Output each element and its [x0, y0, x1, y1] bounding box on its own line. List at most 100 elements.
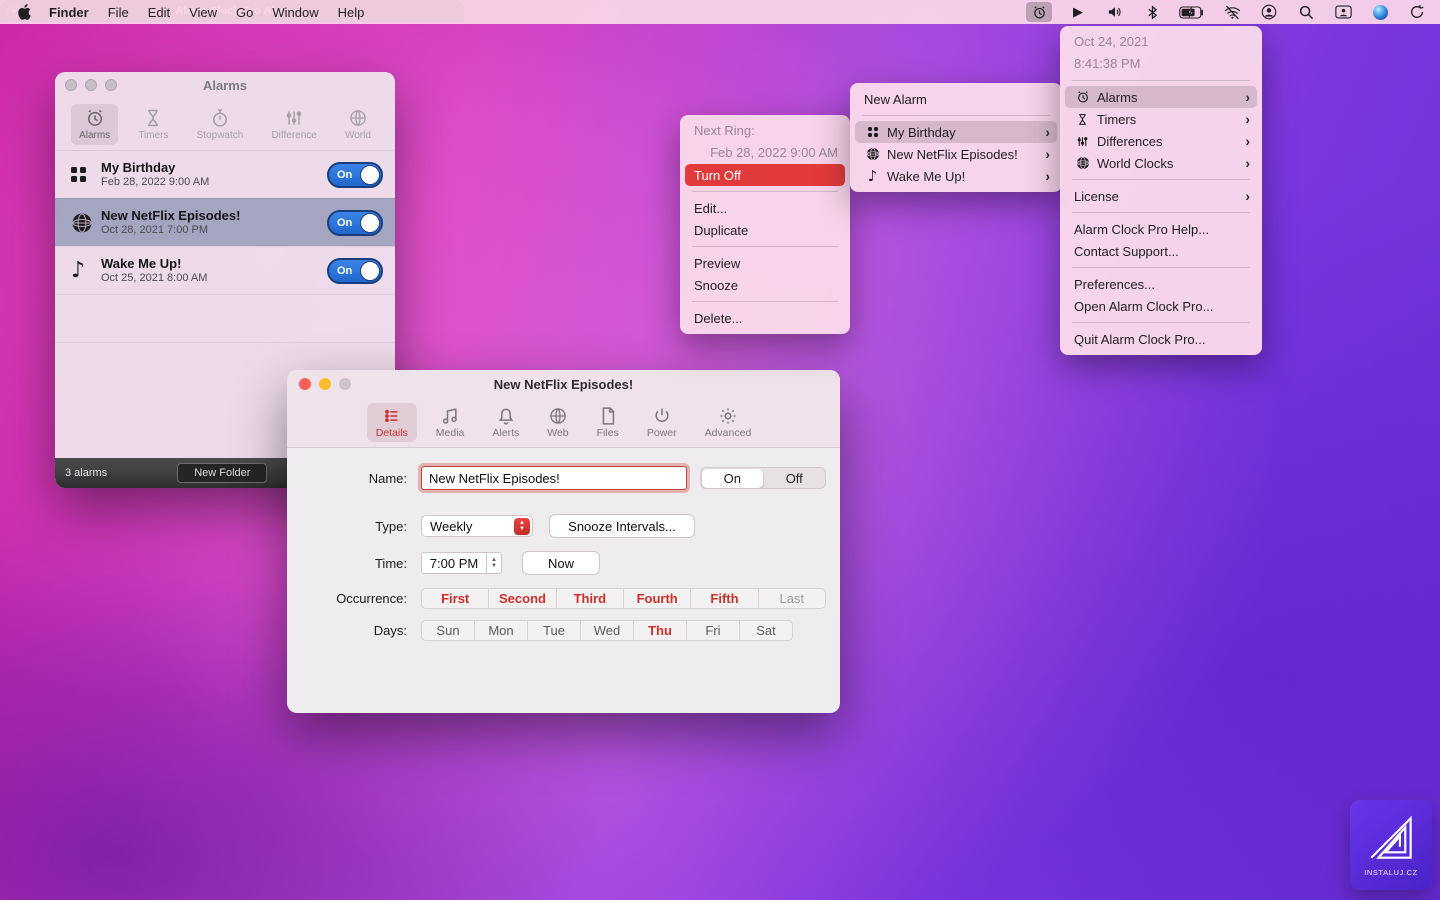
user-account-icon[interactable]: [1258, 2, 1280, 22]
segment-thu[interactable]: Thu: [634, 621, 687, 640]
menu-item-label: License: [1074, 188, 1119, 204]
tab-world[interactable]: World: [337, 104, 379, 145]
segment-wed[interactable]: Wed: [581, 621, 634, 640]
new-folder-button[interactable]: New Folder: [177, 463, 268, 483]
menu-item-duplicate[interactable]: Duplicate: [680, 219, 850, 241]
segment-third[interactable]: Third: [557, 589, 624, 608]
tab-advanced[interactable]: Advanced: [696, 403, 761, 442]
search-icon[interactable]: [1295, 2, 1317, 22]
tab-label: Files: [596, 427, 619, 439]
menu-item-license[interactable]: License ›: [1060, 185, 1262, 207]
traffic-lights: [299, 378, 351, 390]
menu-window[interactable]: Window: [272, 5, 318, 20]
instaluj-watermark: INSTALUJ.CZ: [1350, 800, 1432, 890]
segment-fourth[interactable]: Fourth: [624, 589, 692, 608]
segment-tue[interactable]: Tue: [528, 621, 581, 640]
alarm-toggle[interactable]: On: [327, 161, 383, 188]
menu-item-turn-off[interactable]: Turn Off: [685, 164, 845, 186]
menu-view[interactable]: View: [189, 5, 217, 20]
menu-item-snooze[interactable]: Snooze: [680, 274, 850, 296]
menu-item-new-alarm[interactable]: New Alarm: [850, 88, 1062, 110]
menu-item-world-clocks[interactable]: World Clocks ›: [1060, 152, 1262, 174]
apple-menu[interactable]: [18, 4, 31, 20]
type-popup-button[interactable]: Weekly ▲ ▼: [421, 515, 533, 537]
menu-item-open-app[interactable]: Open Alarm Clock Pro...: [1060, 295, 1262, 317]
menu-edit[interactable]: Edit: [148, 5, 170, 20]
menu-item-preview[interactable]: Preview: [680, 252, 850, 274]
volume-icon[interactable]: [1104, 2, 1126, 22]
alarms-window-titlebar[interactable]: Alarms: [55, 72, 395, 98]
snooze-intervals-button[interactable]: Snooze Intervals...: [549, 514, 695, 538]
time-field[interactable]: 7:00 PM: [421, 552, 487, 574]
alarm-list-item[interactable]: ♪ Wake Me Up! Oct 25, 2021 8:00 AM On: [55, 246, 395, 294]
alarms-submenu: New Alarm My Birthday › New NetFlix Epis…: [850, 83, 1062, 192]
sliders-icon: [286, 110, 302, 125]
alarm-toggle[interactable]: On: [327, 257, 383, 284]
tab-media[interactable]: Media: [427, 403, 474, 442]
tab-web[interactable]: Web: [538, 403, 577, 442]
tab-power[interactable]: Power: [638, 403, 686, 442]
editor-titlebar[interactable]: New NetFlix Episodes!: [287, 370, 840, 398]
app-menu-title[interactable]: Finder: [49, 5, 89, 20]
wifi-off-icon[interactable]: [1221, 2, 1243, 22]
menu-help[interactable]: Help: [338, 5, 365, 20]
music-note-icon: ♪: [867, 166, 878, 185]
alarm-name-input[interactable]: [421, 466, 687, 490]
tab-label: Details: [375, 427, 408, 439]
segment-fri[interactable]: Fri: [687, 621, 740, 640]
tab-label: Timers: [138, 129, 169, 141]
bluetooth-icon[interactable]: [1141, 2, 1163, 22]
alarm-clock-icon: [1074, 90, 1091, 104]
menu-item-wake-me-up[interactable]: ♪ Wake Me Up! ›: [850, 165, 1062, 187]
alarm-list-item[interactable]: My Birthday Feb 28, 2022 9:00 AM On: [55, 150, 395, 198]
play-icon[interactable]: ▶: [1067, 2, 1089, 22]
tab-difference[interactable]: Difference: [263, 104, 324, 145]
tab-details[interactable]: Details: [366, 403, 417, 442]
menu-item-quit[interactable]: Quit Alarm Clock Pro...: [1060, 328, 1262, 350]
restart-history-icon[interactable]: [1406, 2, 1428, 22]
alarm-clock-menu-icon[interactable]: [1026, 2, 1052, 22]
battery-charging-icon[interactable]: [1178, 2, 1206, 22]
zoom-button[interactable]: [105, 79, 117, 91]
segment-first[interactable]: First: [422, 589, 490, 608]
close-button[interactable]: [65, 79, 77, 91]
segment-last[interactable]: Last: [759, 589, 825, 608]
menu-item-timers[interactable]: Timers ›: [1060, 108, 1262, 130]
menu-item-new-netflix-episodes[interactable]: New NetFlix Episodes! ›: [850, 143, 1062, 165]
tab-stopwatch[interactable]: Stopwatch: [189, 104, 252, 145]
tab-alarms[interactable]: Alarms: [71, 103, 119, 145]
segment-sat[interactable]: Sat: [740, 621, 792, 640]
menu-item-label: Alarms: [1097, 89, 1138, 105]
zoom-button[interactable]: [339, 378, 351, 390]
menu-item-my-birthday[interactable]: My Birthday ›: [855, 121, 1057, 143]
segment-second[interactable]: Second: [489, 589, 557, 608]
menu-item-edit[interactable]: Edit...: [680, 197, 850, 219]
sphere-app-icon[interactable]: [1369, 2, 1391, 22]
alarm-list-item[interactable]: New NetFlix Episodes! Oct 28, 2021 7:00 …: [55, 198, 395, 246]
menu-item-help[interactable]: Alarm Clock Pro Help...: [1060, 218, 1262, 240]
menu-item-differences[interactable]: Differences ›: [1060, 130, 1262, 152]
segment-fifth[interactable]: Fifth: [691, 589, 759, 608]
menu-item-alarms[interactable]: Alarms ›: [1065, 86, 1257, 108]
segment-sun[interactable]: Sun: [422, 621, 475, 640]
tab-timers[interactable]: Timers: [130, 104, 176, 145]
segment-off[interactable]: Off: [764, 468, 826, 488]
menu-item-preferences[interactable]: Preferences...: [1060, 273, 1262, 295]
minimize-button[interactable]: [319, 378, 331, 390]
segment-mon[interactable]: Mon: [475, 621, 528, 640]
fast-user-switch-icon[interactable]: [1332, 2, 1354, 22]
minimize-button[interactable]: [85, 79, 97, 91]
days-segmented: Sun Mon Tue Wed Thu Fri Sat: [421, 620, 793, 641]
tab-files[interactable]: Files: [588, 403, 628, 442]
time-stepper[interactable]: ▲ ▼: [487, 552, 502, 574]
menu-item-delete[interactable]: Delete...: [680, 307, 850, 329]
menu-item-contact-support[interactable]: Contact Support...: [1060, 240, 1262, 262]
close-button[interactable]: [299, 378, 311, 390]
menu-go[interactable]: Go: [236, 5, 253, 20]
on-off-segmented[interactable]: On Off: [700, 467, 826, 489]
menu-file[interactable]: File: [108, 5, 129, 20]
now-button[interactable]: Now: [522, 551, 600, 575]
tab-alerts[interactable]: Alerts: [483, 403, 528, 442]
alarm-toggle[interactable]: On: [327, 209, 383, 236]
segment-on[interactable]: On: [701, 468, 763, 488]
